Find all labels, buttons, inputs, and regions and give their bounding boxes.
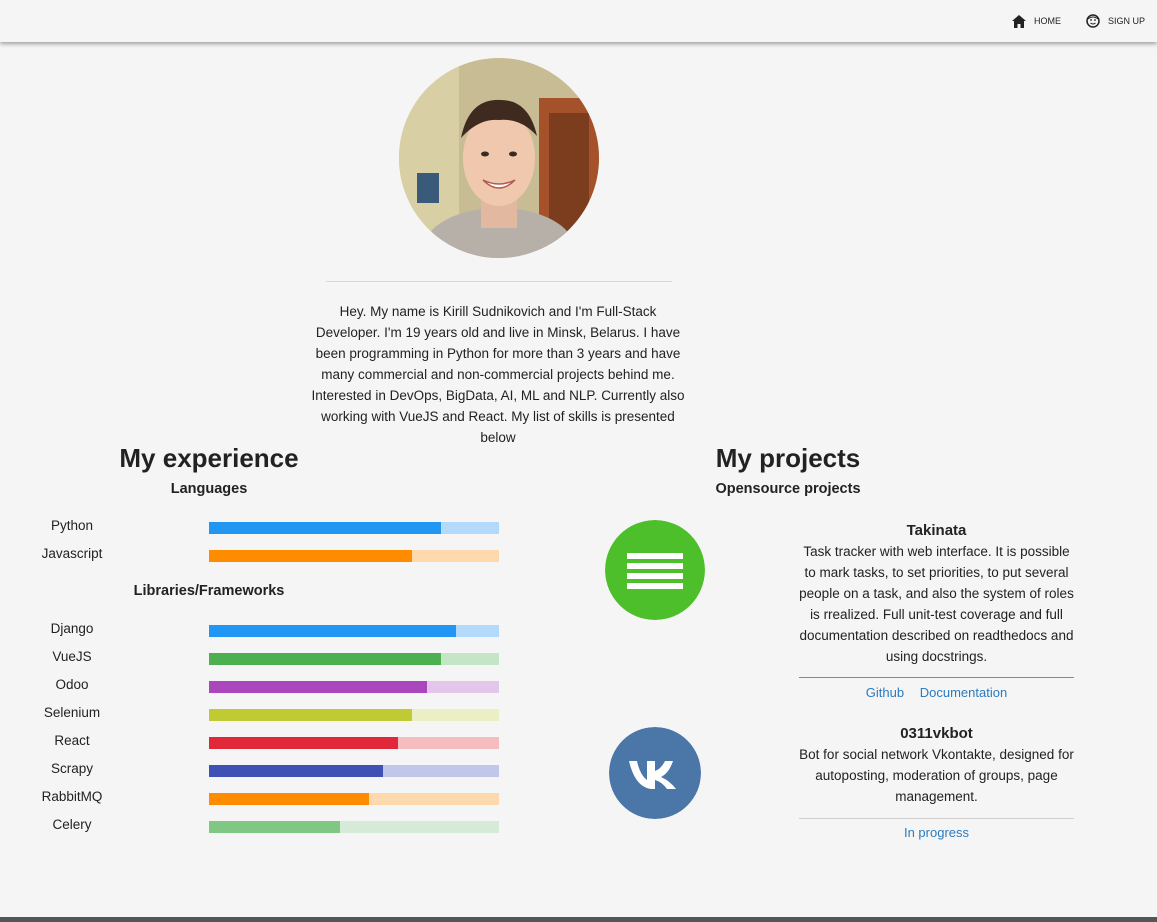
face-icon — [1086, 14, 1100, 28]
skill-row: Django — [0, 621, 520, 641]
nav-home-link[interactable]: HOME — [1012, 12, 1061, 30]
skill-progress-fill — [209, 550, 412, 562]
documentation-link[interactable]: Documentation — [920, 685, 1007, 700]
languages-heading: Languages — [170, 481, 248, 497]
skill-label: React — [54, 733, 90, 748]
skill-progress-fill — [209, 765, 383, 777]
skill-progress-fill — [209, 821, 340, 833]
skill-progress-fill — [209, 737, 398, 749]
project-links-takinata: Github Documentation — [798, 685, 1075, 700]
project-title-takinata: Takinata — [906, 522, 967, 539]
skill-progress-bar — [209, 737, 499, 749]
skill-progress-fill — [209, 681, 427, 693]
skill-progress-fill — [209, 709, 412, 721]
top-nav-bar: HOME SIGN UP — [0, 0, 1157, 42]
skill-progress-fill — [209, 793, 369, 805]
skill-label: Celery — [52, 817, 92, 832]
skill-row: Python — [0, 518, 520, 538]
bio-text: Hey. My name is Kirill Sudnikovich and I… — [311, 304, 685, 445]
skill-row: Javascript — [0, 546, 520, 566]
project-description-vkbot: Bot for social network Vkontakte, design… — [799, 747, 1074, 804]
skill-progress-fill — [209, 653, 441, 665]
nav-signup-link[interactable]: SIGN UP — [1086, 12, 1145, 30]
skill-progress-bar — [209, 653, 499, 665]
github-link[interactable]: Github — [866, 685, 904, 700]
skill-row: RabbitMQ — [0, 789, 520, 809]
projects-heading: Opensource projects — [715, 481, 861, 497]
project-description-takinata: Task tracker with web interface. It is p… — [799, 544, 1074, 664]
skill-progress-bar — [209, 550, 499, 562]
skill-label: VueJS — [52, 649, 92, 664]
skill-label: Django — [50, 621, 94, 636]
projects-title: My projects — [715, 443, 861, 473]
skill-row: Selenium — [0, 705, 520, 725]
intro-divider — [326, 281, 672, 282]
footer-bar — [0, 917, 1157, 922]
skill-progress-bar — [209, 522, 499, 534]
skill-progress-bar — [209, 625, 499, 637]
skill-label: Javascript — [41, 546, 103, 561]
profile-photo — [399, 58, 599, 258]
nav-home-label: HOME — [1034, 16, 1061, 26]
project-status-vkbot: In progress — [798, 825, 1075, 840]
skill-label: Selenium — [43, 705, 101, 720]
skill-progress-bar — [209, 793, 499, 805]
skill-label: Python — [50, 518, 94, 533]
skill-label: Scrapy — [50, 761, 94, 776]
home-icon — [1012, 14, 1026, 28]
list-icon[interactable] — [605, 520, 705, 620]
vk-icon[interactable] — [609, 727, 701, 819]
skill-row: Odoo — [0, 677, 520, 697]
project-title-vkbot: 0311vkbot — [900, 725, 973, 742]
project-divider — [799, 818, 1074, 819]
skill-progress-bar — [209, 765, 499, 777]
skill-progress-fill — [209, 625, 456, 637]
skill-progress-fill — [209, 522, 441, 534]
in-progress-link[interactable]: In progress — [904, 825, 969, 840]
experience-title: My experience — [119, 443, 299, 473]
project-divider — [799, 677, 1074, 678]
skill-row: React — [0, 733, 520, 753]
skill-label: RabbitMQ — [41, 789, 103, 804]
skill-label: Odoo — [55, 677, 89, 692]
nav-signup-label: SIGN UP — [1108, 16, 1146, 26]
skill-progress-bar — [209, 821, 499, 833]
frameworks-heading: Libraries/Frameworks — [133, 583, 285, 599]
skill-row: Scrapy — [0, 761, 520, 781]
skill-progress-bar — [209, 709, 499, 721]
skill-row: VueJS — [0, 649, 520, 669]
skill-row: Celery — [0, 817, 520, 837]
skill-progress-bar — [209, 681, 499, 693]
